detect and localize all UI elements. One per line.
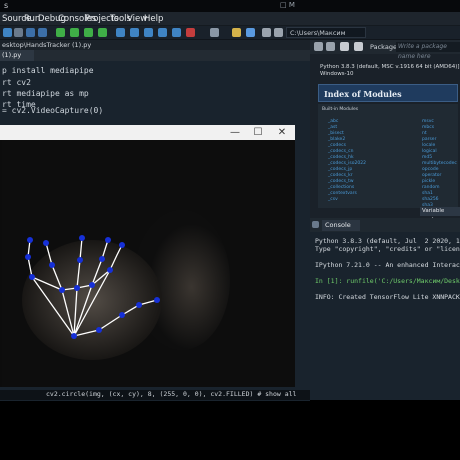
module-link[interactable]: _bisect [328, 131, 344, 136]
console-input-line: In [1]: runfile('C:/Users/Максим/Desktop [315, 277, 460, 285]
module-link[interactable]: _collections [328, 185, 354, 190]
run-cell-advance-icon[interactable] [84, 28, 93, 37]
module-link[interactable]: pickle [422, 179, 435, 184]
python-version-text: Python 3.8.3 (default, MSC v.1916 64 bit… [320, 64, 460, 70]
module-link[interactable]: operator [422, 173, 441, 178]
module-link[interactable]: _codecs_iso2022 [328, 161, 366, 166]
module-link[interactable]: _codecs_jp [328, 167, 352, 172]
editor-tab-handstracker[interactable]: (1).py [0, 50, 34, 61]
console-tab-bar: Console 1/A [310, 218, 460, 240]
index-title: Index of Modules [324, 89, 402, 99]
builtin-modules-header: Built-in Modules [322, 107, 359, 112]
module-link[interactable]: _csv [328, 197, 338, 202]
menu-bar: Source Run Debug Consoles Projects Tools… [0, 12, 460, 26]
maximize-button[interactable]: ☐ [248, 125, 268, 140]
module-link[interactable]: mbcs [422, 125, 434, 130]
preferences-icon[interactable] [232, 28, 241, 37]
editor-visible-code-line: cv2.circle(img, (cx, cy), 8, (255, 0, 0)… [0, 390, 310, 400]
console-line: IPython 7.21.0 -- An enhanced Interacti [315, 261, 460, 269]
debug-icon[interactable] [116, 28, 125, 37]
tab-console-1[interactable]: Console 1/A [322, 220, 360, 240]
code-line: rt mediapipe as mp [2, 89, 89, 98]
tab-variable-explorer[interactable]: Variable explore [420, 207, 460, 223]
step-into-icon[interactable] [144, 28, 153, 37]
module-link[interactable]: _abc [328, 119, 338, 124]
new-file-icon[interactable] [3, 28, 12, 37]
ipython-console[interactable]: Python 3.8.3 (default, Jul 2 2020, 17: T… [310, 232, 460, 400]
source-label: Package: [370, 43, 400, 51]
module-link[interactable]: opcode [422, 167, 438, 172]
run-cell-icon[interactable] [70, 28, 79, 37]
code-line: rt cv2 [2, 78, 31, 87]
console-line: Type "copyright", "credits" or "license" [315, 245, 460, 253]
os-top-strip: s □ M [0, 0, 460, 12]
module-link[interactable]: parser [422, 137, 436, 142]
user-marker: □ M [280, 1, 295, 9]
minimize-button[interactable]: — [225, 125, 245, 140]
back-arrow-icon[interactable] [314, 42, 323, 51]
module-link[interactable]: sha1 [422, 191, 433, 196]
console-line: INFO: Created TensorFlow Lite XNNPACK de [315, 293, 460, 301]
module-link[interactable]: random [422, 185, 439, 190]
continue-icon[interactable] [172, 28, 181, 37]
camera-feed [2, 140, 295, 387]
module-link[interactable]: locale [422, 143, 435, 148]
module-link[interactable]: _blake2 [328, 137, 345, 142]
module-link[interactable]: logical [422, 149, 437, 154]
console-line: Python 3.8.3 (default, Jul 2 2020, 17: [315, 237, 460, 245]
forward-arrow-icon[interactable] [274, 28, 283, 37]
back-arrow-icon[interactable] [262, 28, 271, 37]
code-line: = cv2.VideoCapture(0) [2, 106, 104, 115]
module-list: Built-in Modules _abc _ast _bisect _blak… [318, 104, 458, 208]
step-return-icon[interactable] [158, 28, 167, 37]
working-directory-field[interactable]: C:\Users\Максим [286, 27, 366, 38]
code-line: p install mediapipe [2, 66, 94, 75]
module-link[interactable]: multibytecodec [422, 161, 457, 166]
module-link[interactable]: _codecs_hk [328, 155, 354, 160]
person-hand [22, 240, 162, 360]
module-link[interactable]: _codecs_kr [328, 173, 353, 178]
run-selection-icon[interactable] [98, 28, 107, 37]
menu-help[interactable]: Help [144, 14, 163, 24]
module-link[interactable]: _codecs_cn [328, 149, 354, 154]
console-menu-icon[interactable] [312, 221, 319, 228]
module-link[interactable]: md5 [422, 155, 432, 160]
maximize-pane-icon[interactable] [210, 28, 219, 37]
module-link[interactable]: _contextvars [328, 191, 357, 196]
help-toolbar: Package: Write a package name here [310, 40, 460, 60]
camera-window-titlebar[interactable]: — ☐ ✕ [0, 125, 295, 140]
close-button[interactable]: ✕ [272, 125, 292, 140]
module-link[interactable]: nt [422, 131, 427, 136]
python-info: Python 3.8.3 (default, MSC v.1916 64 bit… [320, 64, 460, 78]
module-link[interactable]: _codecs_tw [328, 179, 354, 184]
index-of-modules-header: Index of Modules [318, 84, 458, 102]
step-icon[interactable] [130, 28, 139, 37]
run-icon[interactable] [56, 28, 65, 37]
open-file-icon[interactable] [14, 28, 23, 37]
os-text: Windows-10 [320, 71, 354, 77]
python-path-icon[interactable] [246, 28, 255, 37]
forward-arrow-icon[interactable] [326, 42, 335, 51]
home-icon[interactable] [340, 42, 349, 51]
package-search-input[interactable]: Write a package name here [396, 42, 460, 60]
code-line: cv2.circle(img, (cx, cy), 8, (255, 0, 0)… [46, 390, 297, 398]
file-breadcrumb[interactable]: esktop\HandsTracker (1).py [0, 40, 310, 50]
app-title-fragment: s [4, 1, 9, 10]
save-icon[interactable] [26, 28, 35, 37]
stop-icon[interactable] [186, 28, 195, 37]
module-link[interactable]: msvc [422, 119, 434, 124]
toolbar: C:\Users\Максим [0, 26, 460, 40]
module-link[interactable]: _ast [328, 125, 337, 130]
editor-tab-bar: (1).py [0, 50, 310, 61]
zoom-icon[interactable] [354, 42, 363, 51]
module-link[interactable]: sha256 [422, 197, 439, 202]
save-all-icon[interactable] [38, 28, 47, 37]
module-link[interactable]: _codecs [328, 143, 346, 148]
